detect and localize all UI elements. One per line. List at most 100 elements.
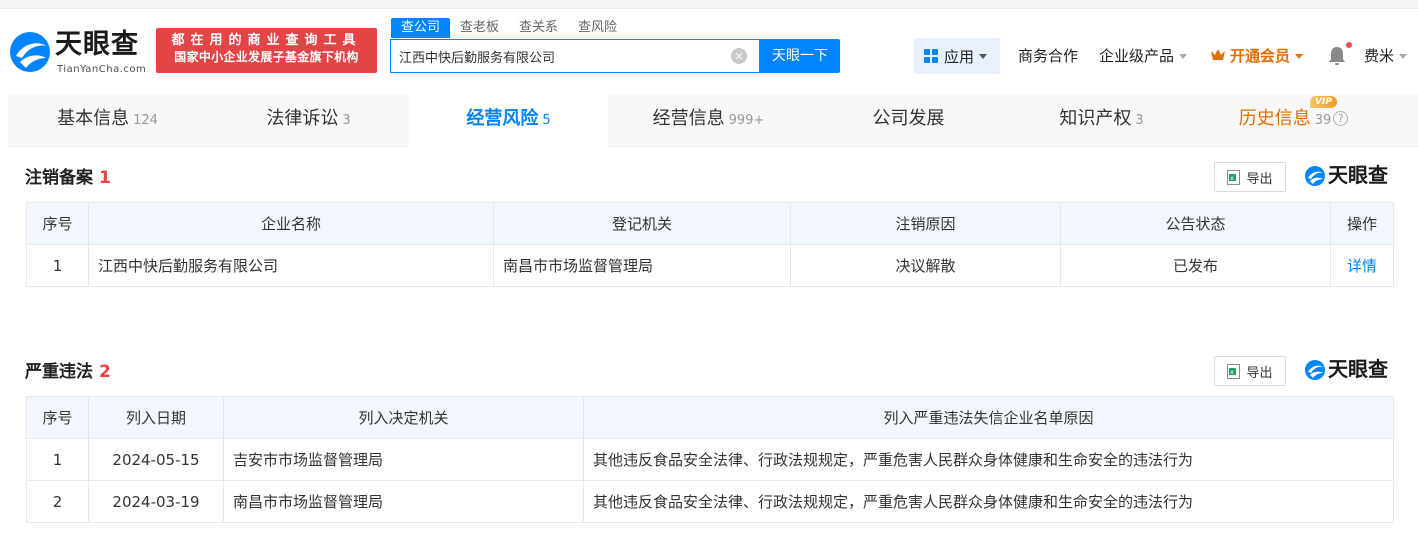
tab-count: 999+ <box>728 113 765 128</box>
search-button[interactable]: 天眼一下 <box>760 39 840 73</box>
search-input[interactable] <box>399 40 719 72</box>
export-button[interactable]: x 导出 <box>1214 162 1286 192</box>
registration-authority: 南昌市市场监督管理局 <box>493 244 791 287</box>
excel-icon: x <box>1227 363 1241 379</box>
tab-basic-info[interactable]: 基本信息 124 <box>8 94 207 147</box>
column-header: 列入决定机关 <box>223 396 584 439</box>
tab-label: 知识产权 <box>1059 108 1132 129</box>
column-header: 企业名称 <box>88 202 494 245</box>
table-row: 2 2024-03-19 南昌市市场监督管理局 其他违反食品安全法律、行政法规规… <box>26 480 1394 523</box>
column-header: 列入日期 <box>88 396 224 439</box>
table-header-row: 序号 列入日期 列入决定机关 列入严重违法失信企业名单原因 <box>26 396 1394 439</box>
user-name: 费米 <box>1364 47 1395 65</box>
tab-label: 公司发展 <box>872 108 945 129</box>
slogan-line-2: 国家中小企业发展子基金旗下机构 <box>174 50 359 64</box>
tab-count: 3 <box>1135 113 1144 128</box>
table-header-row: 序号 企业名称 登记机关 注销原因 公告状态 操作 <box>26 202 1394 245</box>
tab-company-development[interactable]: 公司发展 <box>809 94 1008 147</box>
slogan-line-1: 都在用的商业查询工具 <box>171 33 362 48</box>
column-header: 列入严重违法失信企业名单原因 <box>583 396 1394 439</box>
table-row: 1 江西中快后勤服务有限公司 南昌市市场监督管理局 决议解散 已发布 详情 <box>26 244 1394 287</box>
open-vip-menu[interactable]: 开通会员 <box>1210 44 1304 68</box>
section-count: 1 <box>99 168 111 188</box>
tab-label: 经营风险 <box>466 108 539 129</box>
tab-label: 历史信息 <box>1238 108 1311 129</box>
header: 天眼查 TianYanCha.com 都在用的商业查询工具 国家中小企业发展子基… <box>0 10 1418 94</box>
announcement-status: 已发布 <box>1060 244 1331 287</box>
tianyancha-logo-icon <box>10 32 50 72</box>
crown-icon <box>1211 49 1225 60</box>
grid-icon <box>924 49 938 63</box>
column-header: 序号 <box>26 202 89 245</box>
search-tab-company[interactable]: 查公司 <box>391 18 451 38</box>
enterprise-products-menu[interactable]: 企业级产品 <box>1099 44 1188 68</box>
listing-date: 2024-05-15 <box>88 438 224 481</box>
watermark-text: 天眼查 <box>1328 163 1388 187</box>
cancellation-reason: 决议解散 <box>790 244 1061 287</box>
tab-operating-info[interactable]: 经营信息 999+ <box>609 94 808 147</box>
bell-icon[interactable] <box>1328 46 1346 66</box>
top-strip <box>0 0 1418 9</box>
chevron-down-icon <box>1179 54 1188 59</box>
business-cooperation-link[interactable]: 商务合作 <box>1018 44 1078 68</box>
search-tab-relation[interactable]: 查关系 <box>509 18 568 38</box>
violation-table: 序号 列入日期 列入决定机关 列入严重违法失信企业名单原因 1 2024-05-… <box>26 396 1394 523</box>
tianyancha-watermark: 天眼查 <box>1304 356 1394 382</box>
column-header: 登记机关 <box>493 202 791 245</box>
column-header: 公告状态 <box>1060 202 1331 245</box>
section-title-text: 注销备案 <box>25 168 93 188</box>
details-link[interactable]: 详情 <box>1330 244 1394 287</box>
tab-count: 3 <box>342 113 351 128</box>
tab-legal-litigation[interactable]: 法律诉讼 3 <box>209 94 408 147</box>
listing-date: 2024-03-19 <box>88 480 224 523</box>
table-row: 1 2024-05-15 吉安市市场监督管理局 其他违反食品安全法律、行政法规规… <box>26 438 1394 481</box>
column-header: 注销原因 <box>790 202 1061 245</box>
search-tab-boss[interactable]: 查老板 <box>450 18 509 38</box>
tab-label: 法律诉讼 <box>266 108 339 129</box>
tab-count: 39 <box>1314 113 1332 128</box>
chevron-down-icon <box>1399 54 1408 59</box>
notification-dot <box>1346 42 1352 48</box>
section-title-cancellation: 注销备案 1 <box>25 163 111 188</box>
tab-label: 经营信息 <box>652 108 725 129</box>
tab-count: 5 <box>542 113 551 128</box>
tab-label: 基本信息 <box>57 108 130 129</box>
tab-intellectual-property[interactable]: 知识产权 3 <box>1002 94 1201 147</box>
detail-tabs: 基本信息 124 法律诉讼 3 经营风险 5 经营信息 999+ 公司发展 知识产权 3 … <box>8 94 1418 147</box>
deciding-authority: 吉安市市场监督管理局 <box>223 438 584 481</box>
row-index: 2 <box>26 480 89 523</box>
svg-text:x: x <box>1231 369 1235 376</box>
svg-text:x: x <box>1231 175 1235 182</box>
search-box: × <box>390 39 760 73</box>
export-button[interactable]: x 导出 <box>1214 356 1286 386</box>
close-circle-icon[interactable]: × <box>731 48 747 64</box>
search-type-tabs: 查公司 查老板 查关系 查风险 <box>391 18 627 38</box>
column-header: 序号 <box>26 396 89 439</box>
tab-operating-risk[interactable]: 经营风险 5 <box>409 94 608 147</box>
tianyancha-watermark: 天眼查 <box>1304 162 1394 188</box>
section-title-violation: 严重违法 2 <box>25 357 111 382</box>
tab-history-info[interactable]: VIP 历史信息 39? <box>1194 94 1393 147</box>
help-icon[interactable]: ? <box>1333 111 1349 126</box>
enterprise-products-label: 企业级产品 <box>1099 47 1175 65</box>
tianyancha-logo[interactable]: 天眼查 TianYanCha.com <box>8 28 150 80</box>
tab-count: 124 <box>133 113 158 128</box>
export-label: 导出 <box>1246 171 1273 187</box>
logo-text: 天眼查 <box>55 29 139 60</box>
watermark-text: 天眼查 <box>1328 357 1388 381</box>
section-title-text: 严重违法 <box>25 362 93 382</box>
search-tab-risk[interactable]: 查风险 <box>568 18 627 38</box>
user-menu[interactable]: 费米 <box>1364 44 1408 68</box>
listing-reason: 其他违反食品安全法律、行政法规规定，严重危害人民群众身体健康和生命安全的违法行为 <box>583 438 1394 481</box>
open-vip-label: 开通会员 <box>1230 47 1291 65</box>
export-label: 导出 <box>1246 365 1273 381</box>
column-header: 操作 <box>1330 202 1394 245</box>
chevron-down-icon <box>979 53 988 59</box>
logo-domain: TianYanCha.com <box>57 64 147 75</box>
section-count: 2 <box>99 362 111 382</box>
tianyancha-logo-icon <box>1305 360 1325 380</box>
row-index: 1 <box>26 244 89 287</box>
apps-menu-button[interactable]: 应用 <box>914 38 1000 74</box>
company-name[interactable]: 江西中快后勤服务有限公司 <box>88 244 494 287</box>
tianyancha-logo-icon <box>1305 166 1325 186</box>
